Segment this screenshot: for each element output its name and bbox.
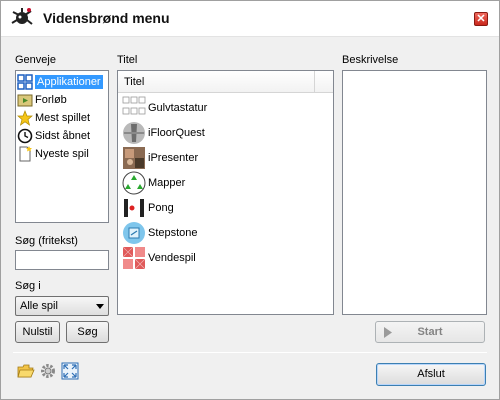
search-button[interactable]: Søg	[66, 321, 109, 343]
window-title: Vidensbrønd menu	[43, 10, 170, 26]
film-icon	[17, 94, 33, 107]
column-separator	[314, 71, 315, 92]
title-label: Mapper	[148, 177, 186, 189]
presenter-icon	[123, 147, 145, 169]
star-icon	[17, 110, 33, 126]
titles-column-header-label: Titel	[124, 76, 145, 88]
keypad-icon	[122, 96, 146, 115]
category-label: Sidst åbnet	[35, 130, 91, 142]
title-row-ipresenter[interactable]: iPresenter	[120, 146, 310, 171]
main-window: Vidensbrønd menu ✕ Genveje Applikationer…	[0, 0, 500, 400]
title-label: Stepstone	[148, 227, 198, 239]
title-row-vendespil[interactable]: Vendespil	[120, 246, 310, 271]
search-scope-value: Alle spil	[20, 300, 58, 312]
category-label: Mest spillet	[35, 112, 91, 124]
search-scope-select[interactable]: Alle spil	[15, 296, 109, 316]
applications-icon	[17, 74, 33, 90]
category-item-applikationer[interactable]: Applikationer	[17, 73, 107, 91]
title-label: iPresenter	[148, 152, 199, 164]
title-label: Vendespil	[148, 252, 196, 264]
clock-icon	[17, 128, 33, 144]
pong-icon	[124, 199, 144, 217]
title-bar: Vidensbrønd menu ✕	[1, 1, 499, 37]
search-label: Søg (fritekst)	[15, 235, 78, 247]
titles-list[interactable]: Titel Gulvtastatur iFloorQuest iPresente…	[117, 70, 334, 315]
category-item-forlob[interactable]: Forløb	[17, 91, 107, 109]
title-label: Pong	[148, 202, 174, 214]
titles-label: Titel	[117, 54, 138, 66]
title-row-stepstone[interactable]: Stepstone	[120, 221, 310, 246]
fullscreen-icon[interactable]	[61, 362, 79, 380]
settings-gear-icon[interactable]	[39, 362, 57, 380]
title-label: Gulvtastatur	[148, 102, 208, 114]
title-row-pong[interactable]: Pong	[120, 196, 310, 221]
reset-button[interactable]: Nulstil	[15, 321, 60, 343]
category-label: Forløb	[35, 94, 67, 106]
start-button[interactable]: Start	[375, 321, 485, 343]
search-scope-label: Søg i	[15, 280, 41, 292]
chevron-down-icon	[96, 304, 104, 309]
title-row-ifloorquest[interactable]: iFloorQuest	[120, 121, 310, 146]
mapper-icon	[122, 171, 146, 195]
category-item-mest-spillet[interactable]: Mest spillet	[17, 109, 107, 127]
new-document-icon	[19, 146, 32, 162]
close-icon: ✕	[476, 13, 486, 25]
app-logo-icon	[11, 8, 33, 25]
categories-list[interactable]: Applikationer Forløb Mest spillet Sidst …	[15, 70, 109, 223]
category-item-nyeste-spil[interactable]: Nyeste spil	[17, 145, 107, 163]
search-input[interactable]	[15, 250, 109, 270]
category-label: Applikationer	[35, 75, 103, 89]
categories-label: Genveje	[15, 54, 56, 66]
description-label: Beskrivelse	[342, 54, 399, 66]
footer-separator	[13, 352, 487, 353]
description-panel	[342, 70, 487, 315]
open-folder-icon[interactable]	[17, 362, 35, 380]
stepstone-icon	[123, 222, 145, 244]
title-row-mapper[interactable]: Mapper	[120, 171, 310, 196]
category-label: Nyeste spil	[35, 148, 89, 160]
title-row-gulvtastatur[interactable]: Gulvtastatur	[120, 96, 310, 121]
floorquest-icon	[123, 122, 145, 144]
close-button[interactable]: ✕	[474, 12, 488, 26]
category-item-sidst-abnet[interactable]: Sidst åbnet	[17, 127, 107, 145]
start-button-label: Start	[417, 326, 443, 338]
memory-cards-icon	[122, 246, 146, 270]
exit-button[interactable]: Afslut	[376, 363, 486, 386]
title-label: iFloorQuest	[148, 127, 205, 139]
titles-column-header[interactable]: Titel	[118, 71, 333, 93]
